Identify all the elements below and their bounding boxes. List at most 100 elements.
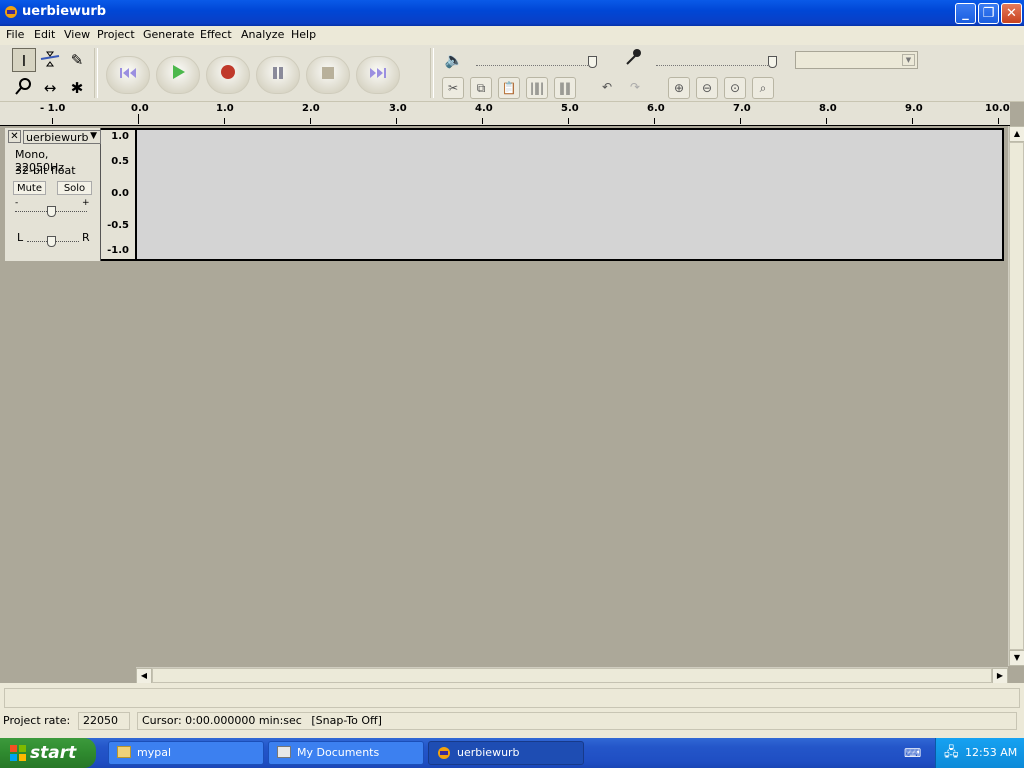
- taskbar-item-label: mypal: [137, 746, 172, 759]
- menu-bar: File Edit View Project Generate Effect A…: [0, 26, 1024, 45]
- ruler-label: 7.0: [733, 103, 751, 114]
- audacity-icon: [438, 747, 450, 759]
- cut-icon[interactable]: ✂: [442, 77, 464, 99]
- paste-icon[interactable]: 📋: [498, 77, 520, 99]
- menu-help[interactable]: Help: [291, 28, 316, 41]
- chevron-down-icon[interactable]: ▼: [902, 54, 915, 66]
- pan-slider-thumb[interactable]: [47, 236, 56, 247]
- recording-volume-slider[interactable]: [656, 54, 776, 66]
- folder-icon: [117, 746, 131, 758]
- speaker-icon: 🔈: [444, 51, 464, 69]
- system-tray: 🖧 12:53 AM: [935, 738, 1024, 768]
- solo-button[interactable]: Solo: [57, 181, 92, 195]
- taskbar-item-label: uerbiewurb: [457, 746, 520, 759]
- ruler-tick: [396, 118, 397, 124]
- timeline-ruler[interactable]: - 1.0 0.0 1.0 2.0 3.0 4.0 5.0 6.0 7.0 8.…: [0, 102, 1010, 126]
- silence-icon[interactable]: ‖‖: [554, 77, 576, 99]
- menu-analyze[interactable]: Analyze: [241, 28, 284, 41]
- skip-start-icon[interactable]: [106, 56, 150, 94]
- menu-generate[interactable]: Generate: [143, 28, 194, 41]
- dropdown-arrow-icon: ▼: [90, 131, 97, 141]
- skip-end-icon[interactable]: [356, 56, 400, 94]
- record-icon[interactable]: [206, 56, 250, 94]
- input-source-select[interactable]: ▼: [795, 51, 918, 69]
- pan-left-label: L: [17, 231, 24, 244]
- start-button[interactable]: start: [0, 738, 96, 768]
- clock[interactable]: 12:53 AM: [965, 738, 1017, 768]
- ruler-tick: [654, 118, 655, 124]
- vertical-scrollbar[interactable]: ▲ ▼: [1008, 126, 1024, 666]
- ruler-tick: [310, 118, 311, 124]
- track-name: uerbiewurb: [26, 131, 89, 144]
- amplitude-label: 0.0: [111, 188, 129, 199]
- menu-effect[interactable]: Effect: [200, 28, 232, 41]
- maximize-button[interactable]: ❐: [978, 3, 999, 24]
- gain-slider-thumb[interactable]: [47, 206, 56, 217]
- menu-view[interactable]: View: [64, 28, 90, 41]
- network-icon[interactable]: 🖧: [944, 738, 959, 768]
- zoom-tool-icon[interactable]: [12, 76, 36, 100]
- ruler-label: 10.0: [985, 103, 1010, 114]
- trim-icon[interactable]: |‖|: [526, 77, 548, 99]
- amplitude-label: 0.5: [111, 156, 129, 167]
- audacity-app-icon: [5, 6, 17, 18]
- taskbar-item-uerbiewurb[interactable]: uerbiewurb: [428, 741, 584, 765]
- close-button[interactable]: ✕: [1001, 3, 1022, 24]
- multi-tool-icon[interactable]: ✱: [65, 76, 89, 100]
- selection-tool-icon[interactable]: I: [12, 48, 36, 72]
- playback-volume-slider[interactable]: [476, 54, 596, 66]
- scroll-up-icon[interactable]: ▲: [1009, 126, 1024, 142]
- redo-icon[interactable]: ↷: [624, 77, 646, 99]
- taskbar-item-my-documents[interactable]: My Documents: [268, 741, 424, 765]
- horizontal-scroll-thumb[interactable]: [152, 668, 992, 683]
- draw-tool-icon[interactable]: ✎: [65, 48, 89, 72]
- ruler-tick: [52, 118, 53, 124]
- ruler-label: 1.0: [216, 103, 234, 114]
- status-area: Project rate: 22050 Cursor: 0:00.000000 …: [0, 683, 1024, 738]
- ruler-label: 2.0: [302, 103, 320, 114]
- amplitude-label: -1.0: [107, 245, 129, 256]
- menu-edit[interactable]: Edit: [34, 28, 55, 41]
- gain-minus-label: -: [15, 198, 19, 208]
- menu-project[interactable]: Project: [97, 28, 135, 41]
- scroll-down-icon[interactable]: ▼: [1009, 650, 1024, 666]
- menu-file[interactable]: File: [6, 28, 24, 41]
- zoom-in-icon[interactable]: ⊕: [668, 77, 690, 99]
- mute-button[interactable]: Mute: [13, 181, 46, 195]
- vertical-scroll-thumb[interactable]: [1009, 142, 1024, 650]
- track-name-menu[interactable]: uerbiewurb ▼: [23, 130, 101, 144]
- ruler-label: 0.0: [131, 103, 149, 114]
- fit-project-icon[interactable]: ⌕: [752, 77, 774, 99]
- play-icon[interactable]: [156, 56, 200, 94]
- stop-icon[interactable]: [306, 56, 350, 94]
- taskbar-item-label: My Documents: [297, 746, 380, 759]
- project-rate-select[interactable]: 22050: [78, 712, 130, 730]
- horizontal-scrollbar[interactable]: ◀ ▶: [136, 667, 1008, 684]
- timeshift-tool-icon[interactable]: ↔: [38, 76, 62, 100]
- ruler-tick: [138, 114, 139, 124]
- scroll-left-icon[interactable]: ◀: [136, 668, 152, 684]
- taskbar-item-mypal[interactable]: mypal: [108, 741, 264, 765]
- recording-volume-thumb[interactable]: [768, 56, 777, 68]
- keyboard-icon[interactable]: ⌨: [904, 746, 921, 760]
- playback-volume-thumb[interactable]: [588, 56, 597, 68]
- ruler-tick: [998, 118, 999, 124]
- pause-icon[interactable]: [256, 56, 300, 94]
- ruler-tick: [482, 118, 483, 124]
- zoom-out-icon[interactable]: ⊖: [696, 77, 718, 99]
- audio-track[interactable]: [5, 128, 1004, 261]
- ruler-tick: [912, 118, 913, 124]
- cursor-status-field: Cursor: 0:00.000000 min:sec [Snap-To Off…: [137, 712, 1017, 730]
- scroll-right-icon[interactable]: ▶: [992, 668, 1008, 684]
- ruler-label: 6.0: [647, 103, 665, 114]
- minimize-button[interactable]: _: [955, 3, 976, 24]
- fit-selection-icon[interactable]: ⊙: [724, 77, 746, 99]
- undo-icon[interactable]: ↶: [596, 77, 618, 99]
- envelope-tool-icon[interactable]: [38, 48, 62, 72]
- ruler-tick: [740, 118, 741, 124]
- toolbar-separator: [94, 48, 98, 98]
- track-close-icon[interactable]: ✕: [8, 130, 21, 143]
- ruler-label: 8.0: [819, 103, 837, 114]
- copy-icon[interactable]: ⧉: [470, 77, 492, 99]
- window-title: uerbiewurb: [22, 4, 107, 19]
